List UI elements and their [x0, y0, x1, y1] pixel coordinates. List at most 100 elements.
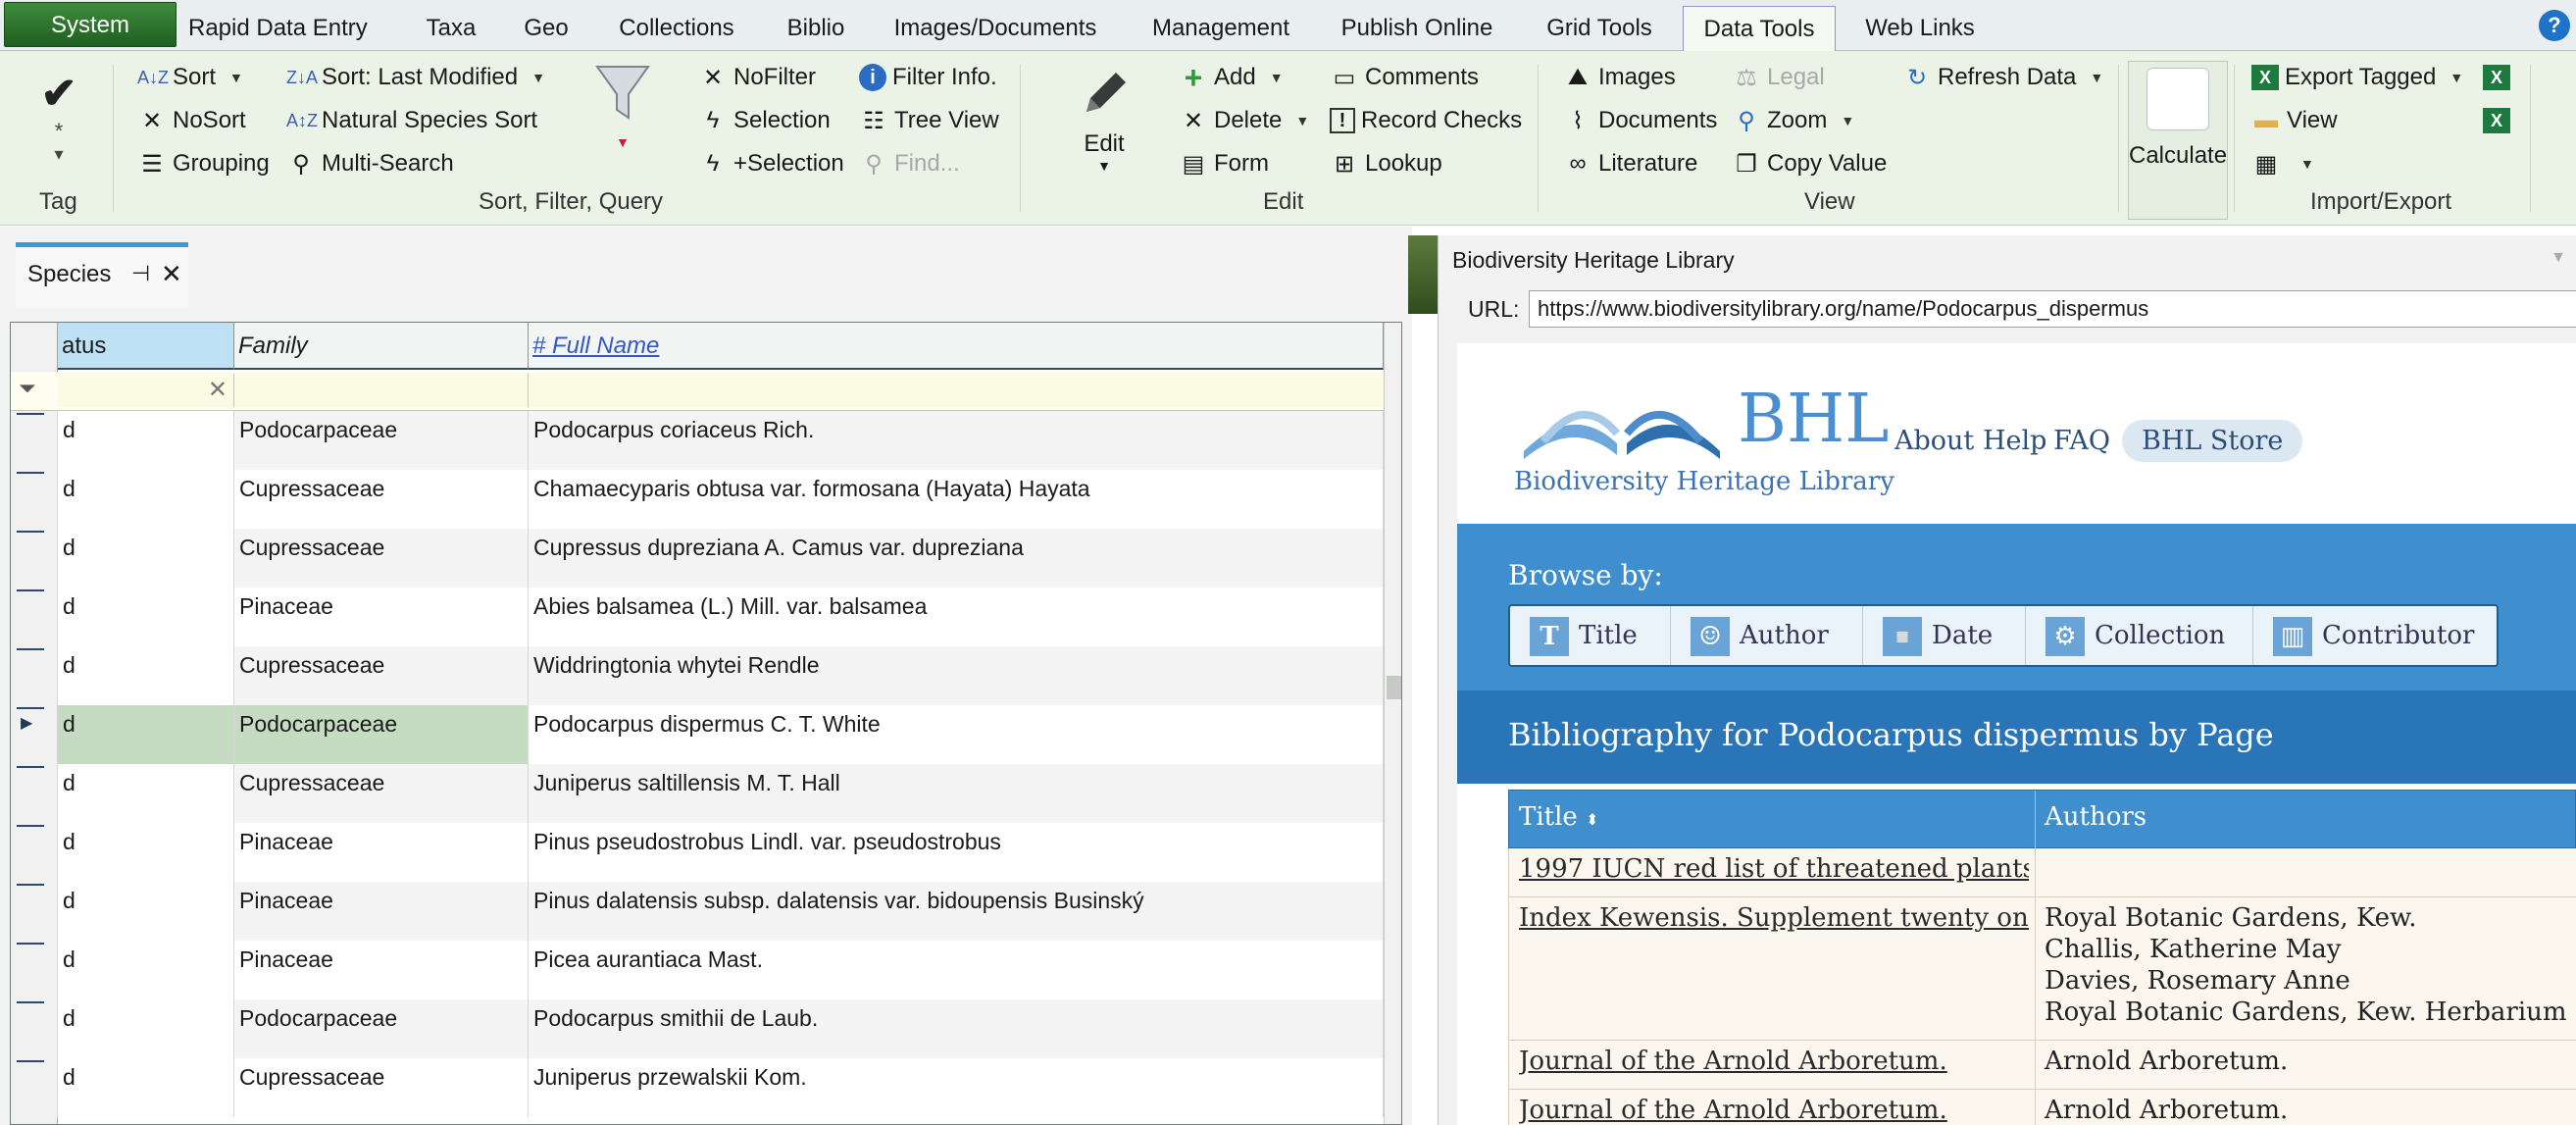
cell-family[interactable]: Pinaceae: [234, 588, 529, 646]
filter-info-button[interactable]: i Filter Info.: [859, 59, 997, 96]
tab-system[interactable]: System: [4, 2, 177, 47]
cell-full-name[interactable]: Podocarpus dispermus C. T. White: [529, 705, 1384, 764]
tab-data-tools[interactable]: Data Tools: [1683, 6, 1836, 52]
calculate-button[interactable]: Calculate: [2128, 61, 2228, 220]
tab-biblio[interactable]: Biblio: [780, 6, 852, 51]
row-selector[interactable]: [11, 529, 58, 588]
cell-status[interactable]: d: [58, 764, 234, 823]
column-header-title[interactable]: Title ⬍: [1519, 802, 1598, 832]
tab-rapid-data-entry[interactable]: Rapid Data Entry: [188, 6, 368, 51]
form-button[interactable]: ▤ Form: [1179, 145, 1269, 182]
cell-family[interactable]: Podocarpaceae: [234, 999, 529, 1058]
cell-family[interactable]: Cupressaceae: [234, 764, 529, 823]
find-button[interactable]: ⚲ Find...: [859, 145, 960, 182]
chevron-down-icon[interactable]: ▼: [2551, 249, 2566, 267]
cell-family[interactable]: Cupressaceae: [234, 470, 529, 529]
delete-button[interactable]: ✕ Delete ▼: [1179, 102, 1309, 139]
plus-selection-button[interactable]: ϟ +Selection: [698, 145, 844, 182]
bhl-logo[interactable]: BHL Biodiversity Heritage Library: [1514, 381, 1894, 496]
natural-species-sort-button[interactable]: A↕Z Natural Species Sort: [286, 102, 537, 139]
zoom-button[interactable]: ⚲ Zoom ▼: [1732, 102, 1854, 139]
nosort-button[interactable]: ✕ NoSort: [137, 102, 246, 139]
images-button[interactable]: ⛰ Images: [1563, 59, 1676, 96]
row-selector[interactable]: [11, 999, 58, 1058]
vertical-scrollbar[interactable]: [1384, 323, 1401, 1124]
status-filter-input[interactable]: ✕: [58, 374, 234, 407]
cell-status[interactable]: d: [58, 882, 234, 941]
legal-button[interactable]: ⚖ Legal: [1732, 59, 1825, 96]
multi-search-button[interactable]: ⚲ Multi-Search: [286, 145, 454, 182]
tab-grid-tools[interactable]: Grid Tools: [1535, 6, 1664, 51]
cell-family[interactable]: Podocarpaceae: [234, 705, 529, 764]
browse-collection-button[interactable]: ⚙ Collection: [2026, 606, 2253, 665]
tab-geo[interactable]: Geo: [515, 6, 578, 51]
clear-filter-icon[interactable]: ✕: [208, 376, 227, 404]
tree-view-button[interactable]: ☷ Tree View: [859, 102, 998, 139]
sort-last-modified-button[interactable]: Z↓A Sort: Last Modified ▼: [286, 59, 545, 96]
selection-filter-button[interactable]: ϟ Selection: [698, 102, 831, 139]
record-checks-button[interactable]: ! Record Checks: [1330, 102, 1522, 139]
row-selector[interactable]: [11, 823, 58, 882]
help-icon[interactable]: ?: [2539, 10, 2570, 41]
nav-faq-link[interactable]: FAQ: [2053, 426, 2110, 456]
table-row[interactable]: d Pinaceae Pinus dalatensis subsp. dalaten…: [11, 882, 1401, 941]
row-selector[interactable]: ▶: [11, 705, 58, 764]
bibliography-title-link[interactable]: Journal of the Arnold Arboretum.: [1519, 1047, 2029, 1076]
row-selector[interactable]: [11, 411, 58, 470]
cell-family[interactable]: Pinaceae: [234, 882, 529, 941]
table-row[interactable]: d Cupressaceae Widdringtonia whytei Rendle: [11, 646, 1401, 705]
full-name-filter-input[interactable]: [529, 374, 1384, 407]
cell-full-name[interactable]: Juniperus przewalskii Kom.: [529, 1058, 1384, 1117]
tab-images-documents[interactable]: Images/Documents: [887, 6, 1103, 51]
cell-full-name[interactable]: Pinus dalatensis subsp. dalatensis var. …: [529, 882, 1384, 941]
filter-funnel-button[interactable]: ▼: [588, 61, 657, 150]
table-row[interactable]: d Podocarpaceae Podocarpus smithii de Laub…: [11, 999, 1401, 1058]
table-row[interactable]: d Pinaceae Picea aurantiaca Mast.: [11, 941, 1401, 999]
cell-full-name[interactable]: Juniperus saltillensis M. T. Hall: [529, 764, 1384, 823]
nofilter-button[interactable]: ✕ NoFilter: [698, 59, 816, 96]
column-header-status[interactable]: atus: [58, 323, 234, 370]
report-button[interactable]: ▦ ▼: [2251, 145, 2314, 182]
refresh-data-button[interactable]: ↻ Refresh Data ▼: [1902, 59, 2103, 96]
literature-button[interactable]: ∞ Literature: [1563, 145, 1697, 182]
bibliography-title-link[interactable]: Index Kewensis. Supplement twenty one N: [1519, 903, 2029, 933]
cell-family[interactable]: Pinaceae: [234, 823, 529, 882]
family-filter-input[interactable]: [234, 374, 529, 407]
copy-value-button[interactable]: ❐ Copy Value: [1732, 145, 1887, 182]
url-input[interactable]: https://www.biodiversitylibrary.org/name…: [1529, 290, 2576, 328]
cell-full-name[interactable]: Pinus pseudostrobus Lindl. var. pseudost…: [529, 823, 1384, 882]
browse-date-button[interactable]: ▦ Date: [1863, 606, 2026, 665]
cell-status[interactable]: d: [58, 411, 234, 470]
tab-collections[interactable]: Collections: [608, 6, 745, 51]
tab-web-links[interactable]: Web Links: [1858, 6, 1982, 51]
row-selector[interactable]: [11, 882, 58, 941]
sort-button[interactable]: A↓Z Sort ▼: [137, 59, 243, 96]
browse-author-button[interactable]: ☺ Author: [1671, 606, 1863, 665]
row-selector[interactable]: [11, 1058, 58, 1117]
cell-full-name[interactable]: Chamaecyparis obtusa var. formosana (Hay…: [529, 470, 1384, 529]
cell-full-name[interactable]: Cupressus dupreziana A. Camus var. dupre…: [529, 529, 1384, 588]
table-row[interactable]: d Podocarpaceae Podocarpus coriaceus Rich.: [11, 411, 1401, 470]
cell-family[interactable]: Podocarpaceae: [234, 411, 529, 470]
export-view-button[interactable]: ▬ View: [2251, 102, 2338, 139]
cell-status[interactable]: d: [58, 1058, 234, 1117]
row-selector[interactable]: [11, 941, 58, 999]
cell-status[interactable]: d: [58, 646, 234, 705]
cell-status[interactable]: d: [58, 999, 234, 1058]
cell-family[interactable]: Pinaceae: [234, 941, 529, 999]
browse-contributor-button[interactable]: ▥ Contributor: [2253, 606, 2497, 665]
browse-title-button[interactable]: T Title: [1510, 606, 1671, 665]
table-row[interactable]: d Cupressaceae Juniperus saltillensis M. T…: [11, 764, 1401, 823]
documents-button[interactable]: ⌇ Documents: [1563, 102, 1717, 139]
cell-full-name[interactable]: Widdringtonia whytei Rendle: [529, 646, 1384, 705]
table-row[interactable]: ▶ d Podocarpaceae Podocarpus dispermus C. T…: [11, 705, 1401, 764]
row-selector[interactable]: [11, 646, 58, 705]
cell-family[interactable]: Cupressaceae: [234, 1058, 529, 1117]
row-selector[interactable]: [11, 470, 58, 529]
tab-management[interactable]: Management: [1145, 6, 1296, 51]
close-icon[interactable]: ✕: [161, 259, 182, 289]
cell-status[interactable]: d: [58, 588, 234, 646]
cell-status[interactable]: d: [58, 529, 234, 588]
edit-button[interactable]: Edit ▼: [1065, 65, 1143, 174]
tab-taxa[interactable]: Taxa: [412, 6, 490, 51]
